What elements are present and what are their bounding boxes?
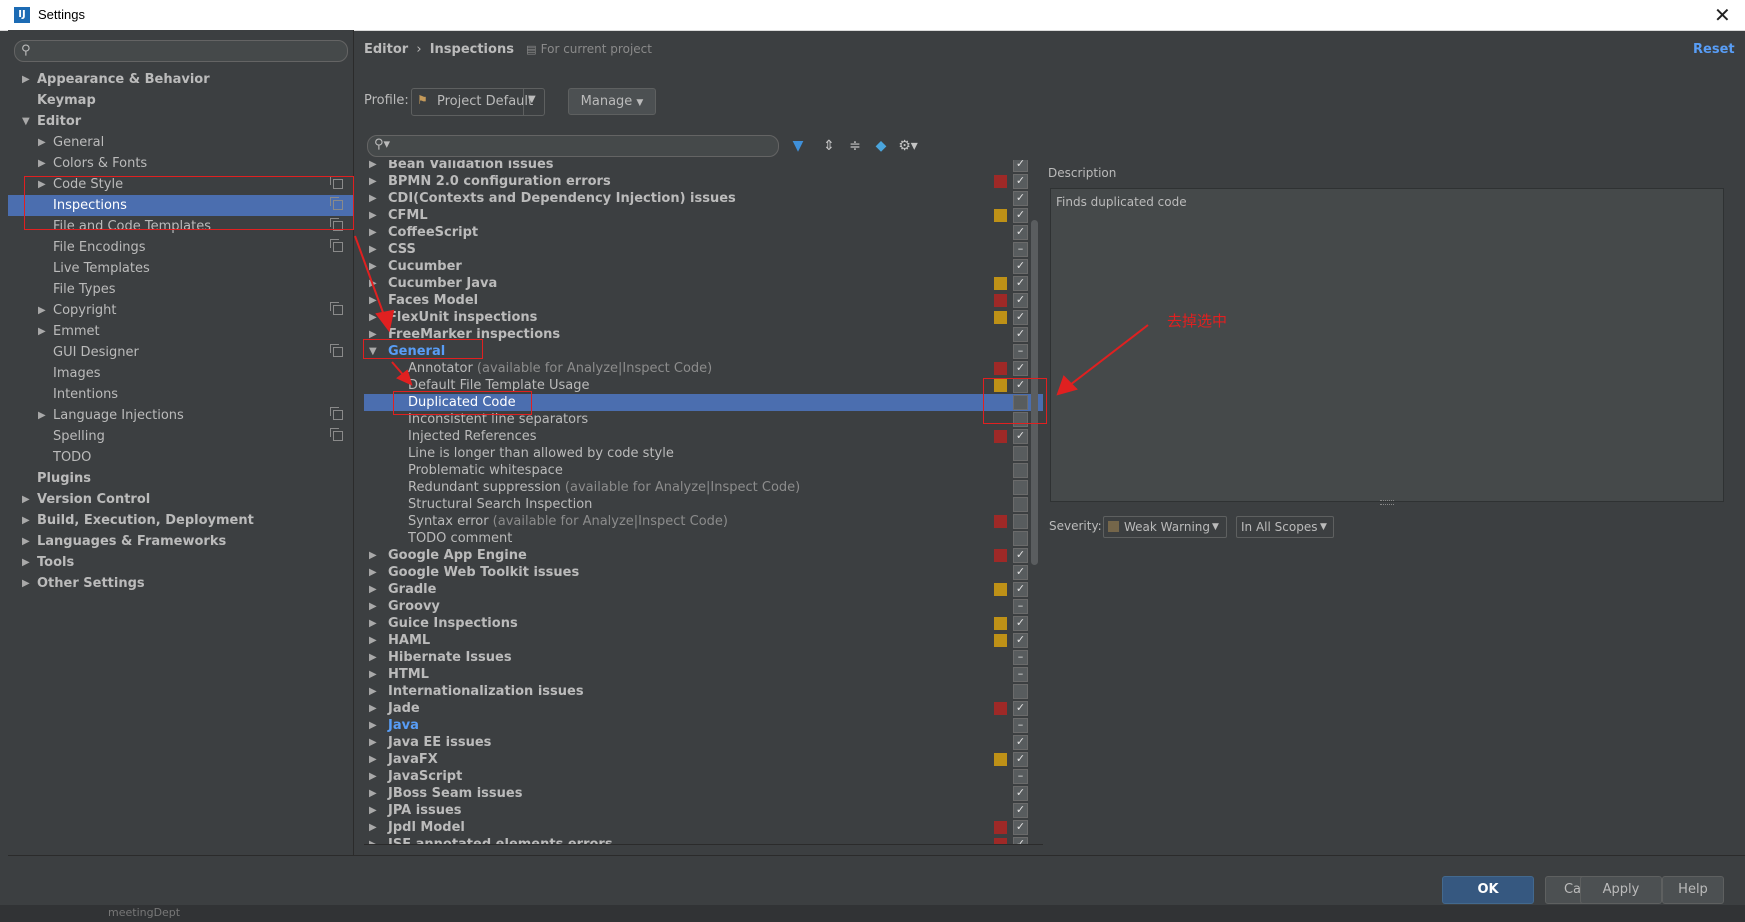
annotation-arrow-line: [1069, 324, 1149, 386]
annotation-arrowhead: [396, 369, 413, 386]
annotation-arrows: [354, 235, 1149, 396]
annotation-arrow-line: [354, 235, 386, 319]
annotation-arrowhead: [1056, 375, 1078, 396]
annotation-arrowhead: [375, 309, 395, 333]
